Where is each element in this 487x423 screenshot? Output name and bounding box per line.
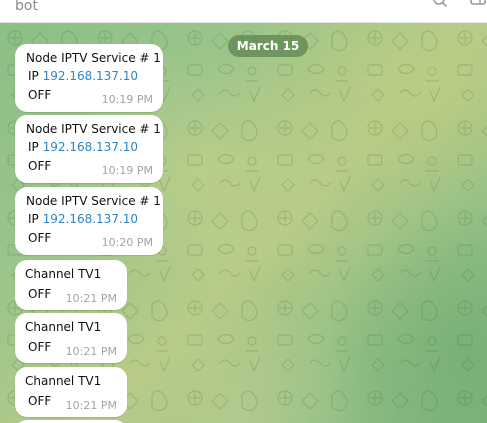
message-ip-line: IP 192.168.137.10 — [28, 69, 138, 83]
message-timestamp: 10:19 PM — [101, 93, 153, 106]
message-status: OFF — [28, 340, 52, 354]
message-timestamp: 10:21 PM — [65, 292, 117, 305]
ip-label: IP — [28, 140, 39, 154]
message-title: Channel TV1 — [25, 374, 102, 388]
message-bubble[interactable]: Node IPTV Service # 1 IP 192.168.137.10 … — [15, 44, 163, 112]
message-title: Node IPTV Service # 1 — [26, 51, 161, 65]
message-ip-line: IP 192.168.137.10 — [28, 140, 138, 154]
message-bubble[interactable]: Node IPTV Service # 1 IP 192.168.137.10 … — [15, 187, 163, 255]
message-timestamp: 10:20 PM — [101, 236, 153, 249]
sidebar-icon[interactable] — [470, 0, 486, 10]
message-title: Node IPTV Service # 1 — [26, 194, 161, 208]
message-status: OFF — [28, 394, 52, 408]
message-status: OFF — [28, 159, 52, 173]
message-bubble[interactable]: Node IPTV Service # 1 IP 192.168.137.10 … — [15, 115, 163, 183]
message-bubble[interactable]: Channel TV1 OFF 10:21 PM — [15, 313, 127, 363]
message-title: Channel TV1 — [25, 267, 102, 281]
date-separator: March 15 — [228, 35, 308, 57]
message-timestamp: 10:21 PM — [65, 345, 117, 358]
message-status: OFF — [28, 88, 52, 102]
message-status: OFF — [28, 231, 52, 245]
message-bubble[interactable]: Channel TV1 OFF 10:21 PM — [15, 260, 127, 310]
message-status: OFF — [28, 287, 52, 301]
search-icon[interactable] — [433, 0, 449, 10]
telegram-chat-window: bot March 15 Node IPTV Service # 1 IP 19… — [0, 0, 487, 423]
chat-header: bot — [0, 0, 487, 23]
ip-label: IP — [28, 212, 39, 226]
ip-link[interactable]: 192.168.137.10 — [43, 69, 138, 83]
ip-link[interactable]: 192.168.137.10 — [43, 140, 138, 154]
chat-messages-area[interactable]: March 15 Node IPTV Service # 1 IP 192.16… — [0, 23, 487, 423]
ip-label: IP — [28, 69, 39, 83]
message-title: Channel TV1 — [25, 320, 102, 334]
message-bubble[interactable]: Channel TV1 OFF 10:21 PM — [15, 367, 127, 417]
ip-link[interactable]: 192.168.137.10 — [43, 212, 138, 226]
message-ip-line: IP 192.168.137.10 — [28, 212, 138, 226]
message-timestamp: 10:21 PM — [65, 399, 117, 412]
message-title: Node IPTV Service # 1 — [26, 122, 161, 136]
chat-title[interactable]: bot — [15, 0, 38, 14]
message-timestamp: 10:19 PM — [101, 164, 153, 177]
